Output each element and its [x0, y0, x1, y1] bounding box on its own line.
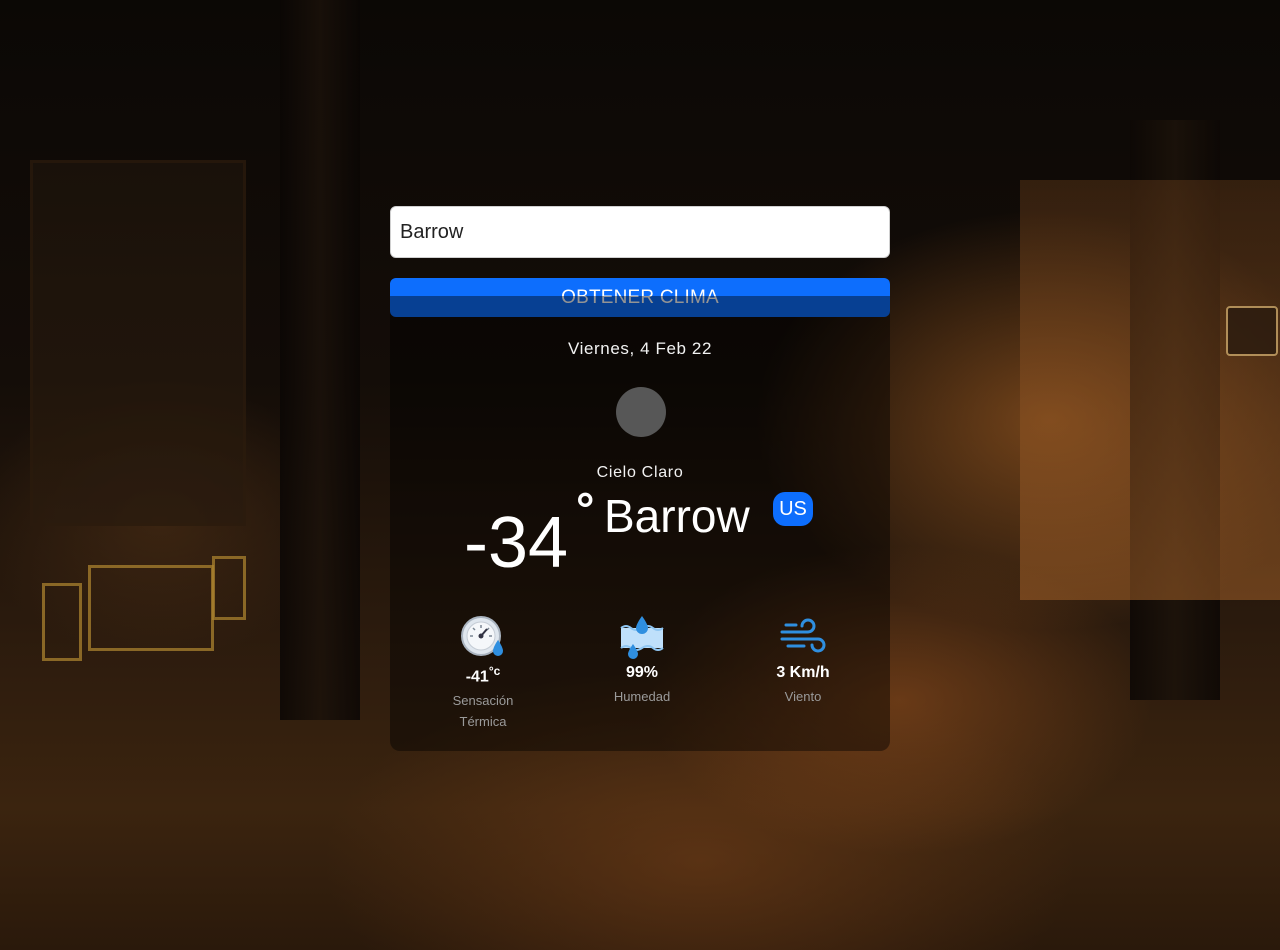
weather-condition-icon — [616, 387, 666, 437]
shop-sign — [1226, 306, 1278, 356]
weather-app: OBTENER CLIMA Viernes, 4 Feb 22 Cielo Cl… — [390, 206, 890, 751]
city-name: Barrow — [604, 490, 750, 542]
country-badge: US — [773, 492, 813, 526]
gold-panel — [42, 583, 82, 661]
wind-value: 3 Km/h — [776, 664, 830, 681]
humidity-label: Humedad — [613, 689, 671, 704]
weather-card: Viernes, 4 Feb 22 Cielo Claro -34 ° Barr… — [390, 296, 890, 751]
wind-label: Viento — [784, 689, 822, 704]
wind-stat: 3 Km/h Viento — [748, 614, 858, 707]
storefront-window — [30, 160, 246, 526]
feels-like-value: -41°c — [465, 664, 501, 686]
date-label: Viernes, 4 Feb 22 — [567, 339, 713, 358]
feels-like-stat: -41°c Sensación Térmica — [428, 614, 538, 732]
wind-icon — [780, 618, 826, 653]
building-right — [1020, 180, 1280, 600]
humidity-value: 99% — [625, 664, 659, 681]
weather-description: Cielo Claro — [596, 464, 684, 481]
gold-panel — [212, 556, 246, 620]
feels-like-label: Sensación Térmica — [452, 693, 514, 730]
tree-trunk-left — [280, 0, 360, 720]
city-search-input[interactable] — [390, 206, 890, 258]
humidity-stat: 99% Humedad — [587, 614, 697, 707]
temperature-value: -34 — [464, 503, 569, 583]
thermometer-gauge-icon — [461, 616, 503, 656]
gold-panel — [88, 565, 214, 651]
degree-symbol: ° — [576, 483, 595, 535]
humidity-icon — [620, 616, 664, 659]
